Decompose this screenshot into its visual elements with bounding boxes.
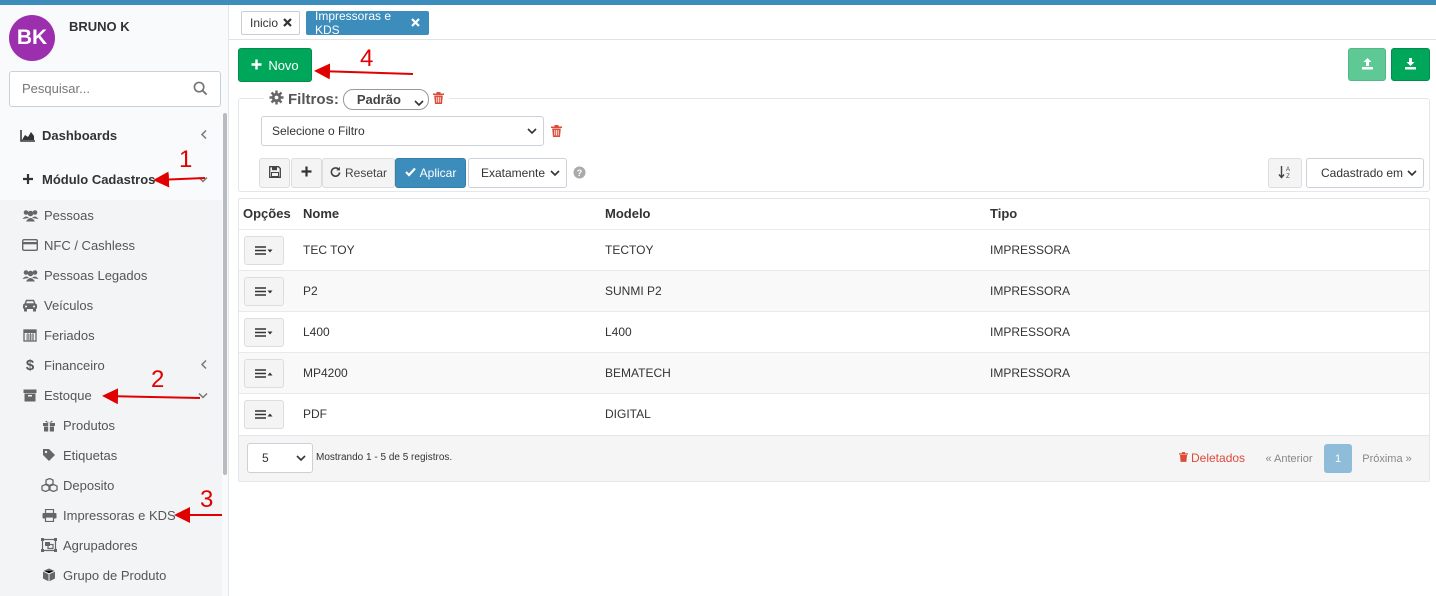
annotation-arrow-1 (153, 171, 206, 188)
annotation-label-4: 4 (360, 45, 374, 72)
annotation-arrows (102, 63, 414, 523)
annotation-label-2: 2 (151, 366, 165, 393)
annotation-label-1: 1 (179, 146, 193, 173)
annotation-arrow-2 (102, 388, 201, 405)
annotation-label-3: 3 (200, 486, 214, 513)
